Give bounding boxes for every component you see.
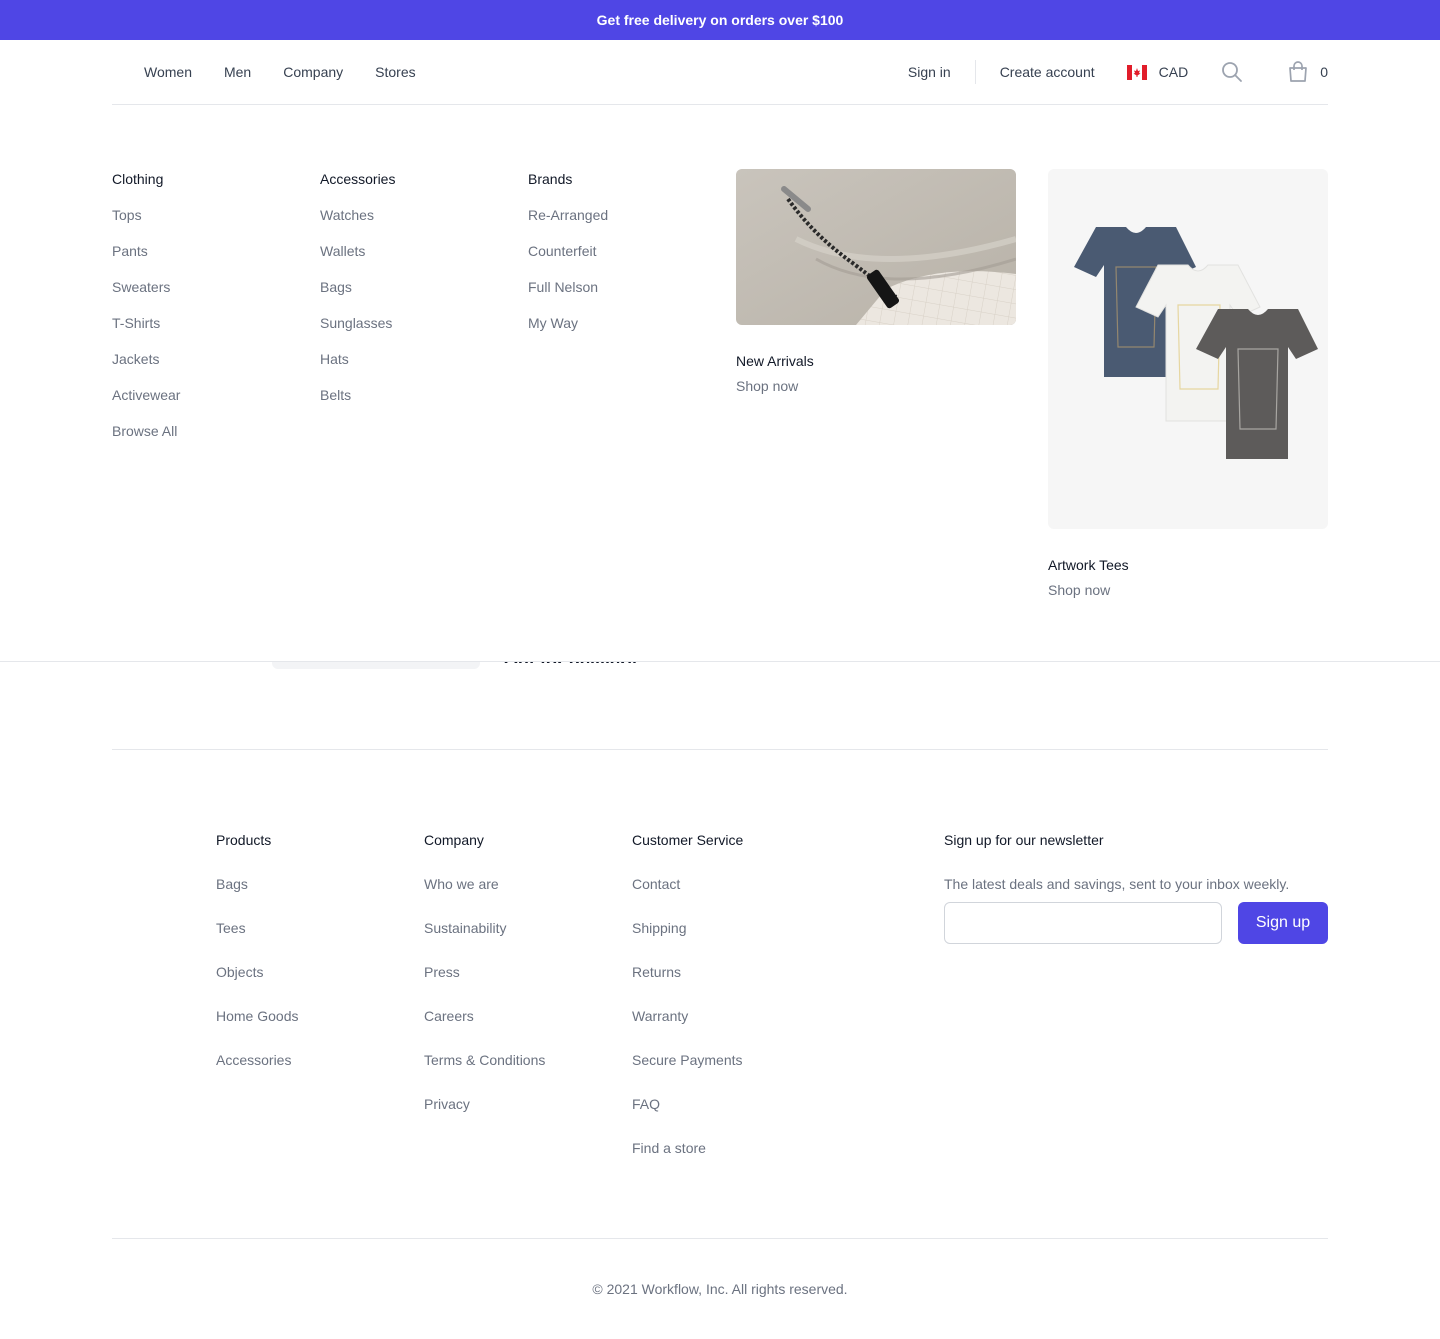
newsletter-form: Sign up (944, 902, 1328, 944)
footer-link-contact[interactable]: Contact (632, 876, 743, 892)
menu-column-title: Clothing (112, 171, 164, 187)
menu-column-accessories: Accessories Watches Wallets Bags Sunglas… (320, 171, 395, 423)
new-arrivals-image (736, 169, 1016, 325)
footer-link-find-a-store[interactable]: Find a store (632, 1140, 743, 1156)
footer-link-faq[interactable]: FAQ (632, 1096, 743, 1112)
promo-text: Get free delivery on orders over $100 (596, 12, 844, 28)
menu-link-wallets[interactable]: Wallets (320, 243, 395, 259)
menu-link-t-shirts[interactable]: T-Shirts (112, 315, 180, 331)
feature-cta: Shop now (736, 378, 799, 394)
footer-link-shipping[interactable]: Shipping (632, 920, 743, 936)
footer-link-careers[interactable]: Careers (424, 1008, 545, 1024)
nav-men[interactable]: Men (224, 64, 251, 80)
cart-button[interactable]: 0 (1288, 61, 1328, 83)
footer-link-bags[interactable]: Bags (216, 876, 298, 892)
shopping-bag-icon (1289, 61, 1308, 82)
sign-in-link[interactable]: Sign in (908, 64, 951, 80)
newsletter-email-input[interactable] (944, 902, 1222, 944)
menu-column-title: Accessories (320, 171, 396, 187)
menu-link-activewear[interactable]: Activewear (112, 387, 180, 403)
menu-link-sweaters[interactable]: Sweaters (112, 279, 180, 295)
newsletter-description: The latest deals and savings, sent to yo… (944, 876, 1290, 892)
footer-link-objects[interactable]: Objects (216, 964, 298, 980)
menu-link-hats[interactable]: Hats (320, 351, 395, 367)
menu-link-browse-all[interactable]: Browse All (112, 423, 180, 439)
footer-link-sustainability[interactable]: Sustainability (424, 920, 545, 936)
footer-link-home-goods[interactable]: Home Goods (216, 1008, 298, 1024)
footer-column-products: Products Bags Tees Objects Home Goods Ac… (216, 832, 298, 1096)
footer-link-warranty[interactable]: Warranty (632, 1008, 743, 1024)
menu-column-clothing: Clothing Tops Pants Sweaters T-Shirts Ja… (112, 171, 180, 459)
nav-company[interactable]: Company (283, 64, 343, 80)
feature-artwork-tees[interactable]: Artwork Tees Shop now (1048, 169, 1328, 598)
menu-link-pants[interactable]: Pants (112, 243, 180, 259)
currency-selector[interactable]: CAD (1126, 64, 1189, 80)
canada-flag-icon (1126, 64, 1147, 80)
feature-title: Artwork Tees (1048, 557, 1129, 573)
order-thumbnail-partial (272, 662, 480, 669)
footer-link-returns[interactable]: Returns (632, 964, 743, 980)
menu-column-brands: Brands Re-Arranged Counterfeit Full Nels… (528, 171, 608, 351)
menu-link-sunglasses[interactable]: Sunglasses (320, 315, 395, 331)
menu-column-title: Brands (528, 171, 573, 187)
newsletter-signup: Sign up for our newsletter The latest de… (944, 832, 1328, 944)
menu-link-full-nelson[interactable]: Full Nelson (528, 279, 608, 295)
footer-bottom-divider (112, 1238, 1328, 1239)
footer-link-press[interactable]: Press (424, 964, 545, 980)
menu-link-watches[interactable]: Watches (320, 207, 395, 223)
site-header: Women Men Company Stores Sign in Create … (112, 40, 1328, 105)
artwork-tees-image (1048, 169, 1328, 529)
nav-women[interactable]: Women (144, 64, 192, 80)
feature-cta: Shop now (1048, 582, 1111, 598)
currency-code: CAD (1158, 64, 1189, 80)
footer-link-accessories[interactable]: Accessories (216, 1052, 298, 1068)
footer-column-company: Company Who we are Sustainability Press … (424, 832, 545, 1140)
menu-link-tops[interactable]: Tops (112, 207, 180, 223)
footer-link-who-we-are[interactable]: Who we are (424, 876, 545, 892)
sign-up-button[interactable]: Sign up (1238, 902, 1328, 944)
newsletter-title: Sign up for our newsletter (944, 832, 1104, 848)
cart-count: 0 (1320, 64, 1328, 80)
main-nav: Women Men Company Stores (144, 64, 448, 80)
search-icon[interactable] (1221, 61, 1243, 83)
nav-stores[interactable]: Stores (375, 64, 415, 80)
footer-link-terms[interactable]: Terms & Conditions (424, 1052, 545, 1068)
header-separator (974, 60, 976, 84)
menu-link-re-arranged[interactable]: Re-Arranged (528, 207, 608, 223)
footer-column-title: Customer Service (632, 832, 744, 848)
promo-banner: Get free delivery on orders over $100 (0, 0, 1440, 40)
menu-link-counterfeit[interactable]: Counterfeit (528, 243, 608, 259)
feature-title: New Arrivals (736, 353, 814, 369)
menu-link-bags[interactable]: Bags (320, 279, 395, 295)
footer-link-privacy[interactable]: Privacy (424, 1096, 545, 1112)
footer-column-customer-service: Customer Service Contact Shipping Return… (632, 832, 743, 1184)
footer-link-tees[interactable]: Tees (216, 920, 298, 936)
header-actions: Sign in Create account CAD 0 (908, 60, 1328, 84)
feature-new-arrivals[interactable]: New Arrivals Shop now (736, 169, 1016, 394)
mega-menu: Clothing Tops Pants Sweaters T-Shirts Ja… (0, 105, 1440, 662)
footer-link-secure-payments[interactable]: Secure Payments (632, 1052, 743, 1068)
copyright-text: © 2021 Workflow, Inc. All rights reserve… (592, 1281, 848, 1297)
menu-link-jackets[interactable]: Jackets (112, 351, 180, 367)
footer-column-title: Products (216, 832, 272, 848)
menu-link-belts[interactable]: Belts (320, 387, 395, 403)
create-account-link[interactable]: Create account (1000, 64, 1095, 80)
menu-link-my-way[interactable]: My Way (528, 315, 608, 331)
footer-top-divider (112, 749, 1328, 750)
footer-column-title: Company (424, 832, 484, 848)
